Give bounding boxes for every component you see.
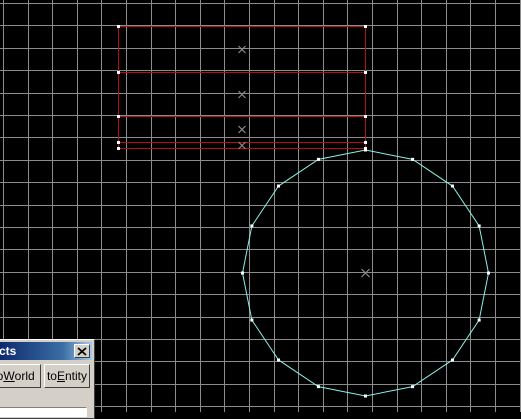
to-entity-suffix: ntity [65,369,88,383]
vertex-handle [364,394,367,398]
vertex-handle [316,157,320,161]
vertex-handle [117,25,120,28]
vertex-handle [117,147,120,150]
selected-brushes[interactable] [117,25,367,150]
vertex-handle [477,318,481,322]
vertex-handle [364,141,367,144]
cross-icon [238,141,246,150]
to-entity-mnemonic: E [56,369,65,383]
vertex-handle [277,358,281,362]
to-entity-button[interactable]: to Entity [44,364,90,388]
vertex-handle [241,271,244,275]
to-world-mnemonic: W [3,369,15,383]
vertex-handle [450,184,454,188]
vertex-handle [250,224,254,228]
vertex-handle [117,115,120,118]
tool-window: cts toWorld toEntity [0,339,95,419]
vertex-handle [364,25,367,28]
tool-window-titlebar[interactable]: cts [0,342,92,360]
tool-window-title: cts [0,344,17,358]
vertex-handle [117,141,120,144]
vertex-handle [411,385,415,389]
close-icon[interactable] [74,344,90,358]
vertex-handle [477,224,481,228]
vertex-handle [450,358,454,362]
vertex-handle [364,71,367,74]
tool-window-field[interactable] [0,407,87,417]
to-world-button[interactable]: toWorld [0,364,41,388]
cross-icon [238,125,246,134]
cross-icon [238,90,246,99]
to-entity-prefix: to [46,369,57,383]
cross-icon [238,45,246,54]
vertex-handle [487,271,490,275]
vertex-handle [250,318,254,322]
vertex-handle [316,385,320,389]
to-world-suffix: orld [14,369,35,383]
vertex-handle [411,157,415,161]
vertex-handle [364,148,367,152]
vertex-handle [117,71,120,74]
vertex-handle [277,184,281,188]
vertex-handle [364,115,367,118]
